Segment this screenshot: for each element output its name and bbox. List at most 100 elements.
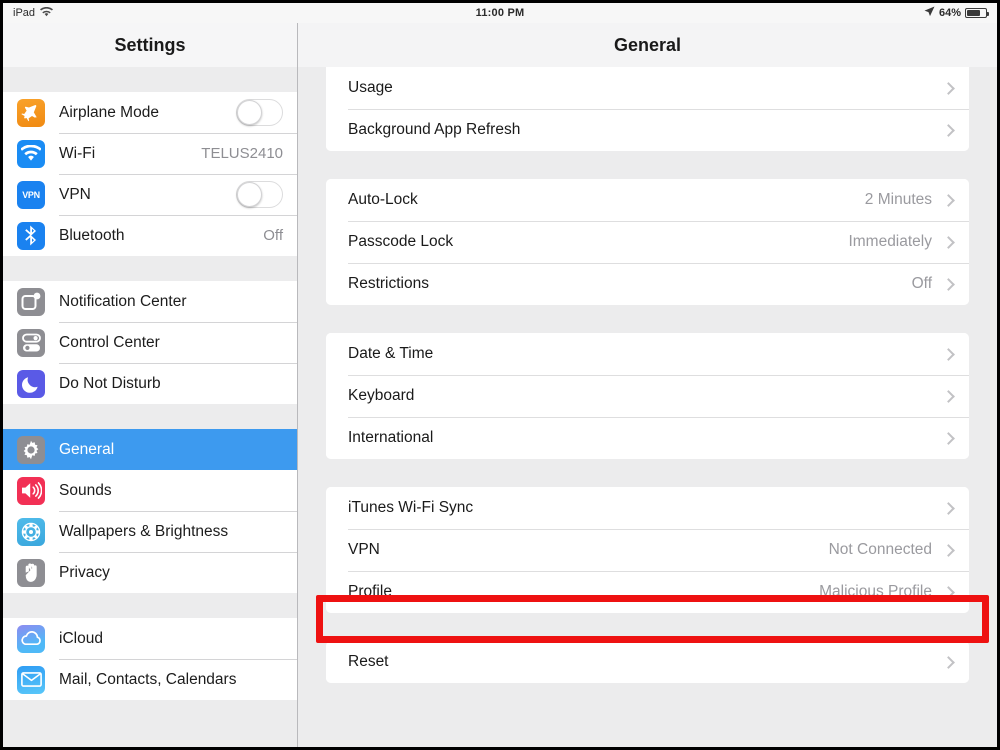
- sidebar-item-label: Bluetooth: [59, 226, 125, 244]
- control-center-icon: [17, 328, 45, 357]
- detail-row-international[interactable]: International: [326, 417, 969, 459]
- detail-row-auto-lock[interactable]: Auto-Lock 2 Minutes: [326, 179, 969, 221]
- do-not-disturb-moon-icon: [17, 369, 45, 398]
- detail-group: Date & Time Keyboard International: [326, 333, 969, 459]
- sidebar-group-gap: [3, 404, 297, 429]
- chevron-right-icon: [942, 123, 955, 137]
- chevron-right-icon: [942, 655, 955, 669]
- sidebar-group: General Sounds Wallpapers & Brightness Priv…: [3, 429, 297, 593]
- chevron-right-icon: [942, 277, 955, 291]
- detail-row-label: Passcode Lock: [348, 233, 454, 250]
- detail-nav-bar: General: [298, 23, 997, 67]
- detail-row-label: Reset: [348, 653, 389, 670]
- status-bar: iPad 11:00 PM 64%: [3, 3, 997, 23]
- sidebar-item-value: TELUS2410: [201, 145, 283, 162]
- chevron-right-icon: [942, 501, 955, 515]
- wifi-icon: [40, 6, 54, 20]
- detail-row-label: Restrictions: [348, 275, 429, 292]
- detail-row-label: Background App Refresh: [348, 121, 521, 138]
- chevron-right-icon: [942, 585, 955, 599]
- sidebar-item-icloud[interactable]: iCloud: [3, 618, 297, 659]
- detail-row-background-app-refresh[interactable]: Background App Refresh: [326, 109, 969, 151]
- detail-group-gap: [326, 613, 969, 641]
- detail-group-gap: [326, 151, 969, 179]
- sidebar-group: Notification Center Control Center Do Not …: [3, 281, 297, 404]
- chevron-right-icon: [942, 347, 955, 361]
- detail-group-gap: [326, 459, 969, 487]
- general-detail-pane[interactable]: Usage Background App Refresh Auto-Lock 2 Mi…: [298, 67, 997, 747]
- sidebar-item-label: General: [59, 440, 115, 458]
- location-arrow-icon: [924, 6, 935, 20]
- vpn-label: VPN: [22, 189, 40, 200]
- sidebar-item-wallpapers-brightness[interactable]: Wallpapers & Brightness: [3, 511, 297, 552]
- sidebar-item-label: Do Not Disturb: [59, 374, 161, 392]
- detail-row-value: Immediately: [848, 233, 932, 250]
- sidebar-item-do-not-disturb[interactable]: Do Not Disturb: [3, 363, 297, 404]
- battery-percent-label: 64%: [938, 7, 961, 19]
- toggle-switch[interactable]: [236, 181, 283, 208]
- sidebar-item-label: Control Center: [59, 333, 160, 351]
- detail-row-label: Keyboard: [348, 387, 415, 404]
- detail-row-itunes-wi-fi-sync[interactable]: iTunes Wi-Fi Sync: [326, 487, 969, 529]
- sidebar-group-gap: [3, 256, 297, 281]
- sidebar-item-mail-contacts-calendars[interactable]: Mail, Contacts, Calendars: [3, 659, 297, 700]
- sidebar-item-bluetooth[interactable]: Bluetooth Off: [3, 215, 297, 256]
- chevron-right-icon: [942, 235, 955, 249]
- detail-row-profile[interactable]: Profile Malicious Profile: [326, 571, 969, 613]
- chevron-right-icon: [942, 431, 955, 445]
- sidebar-group: Airplane Mode Wi-Fi TELUS2410 VPN VPN Bluetoo…: [3, 92, 297, 256]
- sidebar-item-vpn[interactable]: VPN VPN: [3, 174, 297, 215]
- detail-row-label: Date & Time: [348, 345, 434, 362]
- sidebar-item-airplane-mode[interactable]: Airplane Mode: [3, 92, 297, 133]
- sidebar-item-wi-fi[interactable]: Wi-Fi TELUS2410: [3, 133, 297, 174]
- detail-row-keyboard[interactable]: Keyboard: [326, 375, 969, 417]
- sidebar-item-control-center[interactable]: Control Center: [3, 322, 297, 363]
- detail-row-vpn[interactable]: VPN Not Connected: [326, 529, 969, 571]
- vpn-icon: VPN: [17, 180, 45, 209]
- detail-row-restrictions[interactable]: Restrictions Off: [326, 263, 969, 305]
- toggle-switch[interactable]: [236, 99, 283, 126]
- sidebar-item-notification-center[interactable]: Notification Center: [3, 281, 297, 322]
- detail-group: Usage Background App Refresh: [326, 67, 969, 151]
- detail-row-value: 2 Minutes: [864, 191, 932, 208]
- hand-icon: [17, 558, 45, 587]
- sidebar-item-label: Sounds: [59, 481, 112, 499]
- chevron-right-icon: [942, 193, 955, 207]
- gear-icon: [17, 435, 45, 464]
- sidebar-item-general[interactable]: General: [3, 429, 297, 470]
- chevron-right-icon: [942, 543, 955, 557]
- sidebar-group: iCloud Mail, Contacts, Calendars: [3, 618, 297, 700]
- settings-sidebar[interactable]: Airplane Mode Wi-Fi TELUS2410 VPN VPN Bluetoo…: [3, 67, 298, 747]
- sidebar-item-label: VPN: [59, 185, 91, 203]
- detail-row-label: VPN: [348, 541, 380, 558]
- battery-icon: [965, 8, 989, 18]
- detail-row-label: International: [348, 429, 434, 446]
- sidebar-item-sounds[interactable]: Sounds: [3, 470, 297, 511]
- navigation-bars: Settings General: [3, 23, 997, 67]
- detail-row-label: Usage: [348, 79, 393, 96]
- status-bar-time: 11:00 PM: [475, 7, 525, 19]
- sidebar-item-privacy[interactable]: Privacy: [3, 552, 297, 593]
- speaker-icon: [17, 476, 45, 505]
- detail-row-passcode-lock[interactable]: Passcode Lock Immediately: [326, 221, 969, 263]
- wifi-icon: [17, 139, 45, 168]
- detail-group-gap: [326, 305, 969, 333]
- detail-row-usage[interactable]: Usage: [326, 67, 969, 109]
- sidebar-item-value: Off: [263, 227, 283, 244]
- detail-row-reset[interactable]: Reset: [326, 641, 969, 683]
- ipad-settings-screen: iPad 11:00 PM 64% Settings General Airpl…: [0, 0, 1000, 750]
- detail-row-value: Not Connected: [828, 541, 932, 558]
- sidebar-group-gap: [3, 593, 297, 618]
- detail-row-label: Auto-Lock: [348, 191, 418, 208]
- sidebar-item-label: Notification Center: [59, 292, 187, 310]
- detail-group: iTunes Wi-Fi Sync VPN Not Connected Profile…: [326, 487, 969, 613]
- detail-row-date-time[interactable]: Date & Time: [326, 333, 969, 375]
- sidebar-item-label: Airplane Mode: [59, 103, 159, 121]
- chevron-right-icon: [942, 81, 955, 95]
- sidebar-item-label: Wallpapers & Brightness: [59, 522, 229, 540]
- detail-group: Auto-Lock 2 Minutes Passcode Lock Immediate…: [326, 179, 969, 305]
- sidebar-item-label: Privacy: [59, 563, 110, 581]
- detail-row-label: Profile: [348, 583, 392, 600]
- wallpaper-flower-icon: [17, 517, 45, 546]
- sidebar-group-gap: [3, 67, 297, 92]
